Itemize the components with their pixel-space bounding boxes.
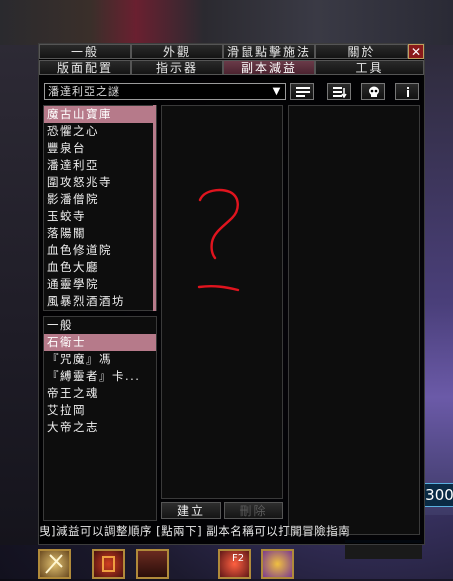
delete-button[interactable]: 刪除 (224, 502, 283, 519)
sort-icon (296, 87, 310, 97)
action-slot-2[interactable] (92, 549, 125, 579)
action-slot-4[interactable]: F2 (218, 549, 251, 579)
tab-layout[interactable]: 版面配置 (39, 60, 131, 75)
list-item[interactable]: 『咒魔』馮 (44, 351, 156, 368)
list-item[interactable]: 通靈學院 (44, 276, 156, 293)
tab-general[interactable]: 一般 (39, 44, 131, 59)
list-item[interactable]: 玉蛟寺 (44, 208, 156, 225)
list-item[interactable]: 帝王之魂 (44, 385, 156, 402)
expansion-dropdown-value: 潘達利亞之謎 (48, 85, 120, 98)
tab-bar: 一般 外觀 滑鼠點擊施法 關於 ✕ 版面配置 指示器 副本減益 工具 (39, 44, 424, 77)
spell-icon (102, 556, 115, 572)
list-item[interactable]: 艾拉岡 (44, 402, 156, 419)
tab-about[interactable]: 關於 (315, 44, 408, 59)
expansion-dropdown[interactable]: 潘達利亞之謎 ▼ (44, 83, 286, 100)
sort-down-button[interactable] (327, 83, 351, 100)
list-item[interactable]: 『縛靈者』卡... (44, 368, 156, 385)
list-item[interactable]: 風暴烈酒酒坊 (44, 293, 156, 310)
list-item[interactable]: 血色大廳 (44, 259, 156, 276)
tab-click-casting[interactable]: 滑鼠點擊施法 (223, 44, 315, 59)
action-slot-5[interactable] (261, 549, 294, 579)
create-button[interactable]: 建立 (161, 502, 221, 519)
list-item[interactable]: 豐泉台 (44, 140, 156, 157)
list-item[interactable]: 石衛士 (44, 334, 156, 351)
sort-button[interactable] (290, 83, 314, 100)
list-item[interactable]: 大帝之志 (44, 419, 156, 436)
boss-list: 一般 石衛士 『咒魔』馮 『縛靈者』卡... 帝王之魂 艾拉岡 大帝之志 (43, 316, 157, 521)
tab-indicators[interactable]: 指示器 (131, 60, 223, 75)
sort-down-icon (333, 87, 347, 98)
info-icon (407, 87, 409, 97)
debuff-list[interactable] (161, 105, 283, 499)
game-scene-right (422, 45, 453, 515)
action-slot-3[interactable] (136, 549, 169, 579)
list-item[interactable]: 影潘僧院 (44, 191, 156, 208)
chevron-down-icon: ▼ (272, 86, 282, 97)
list-item[interactable]: 恐懼之心 (44, 123, 156, 140)
game-scene-left (0, 45, 38, 545)
help-hint-text: 曳]減益可以調整順序 [點兩下] 副本名稱可以打開冒險指南 (39, 524, 351, 538)
question-mark-annotation (197, 188, 240, 292)
list-item[interactable]: 圍攻怒兆寺 (44, 174, 156, 191)
list-item[interactable]: 血色修道院 (44, 242, 156, 259)
debuff-details-panel (288, 105, 420, 535)
tab-appearance[interactable]: 外觀 (131, 44, 223, 59)
spell-icon (45, 554, 63, 574)
action-slot-1[interactable] (38, 549, 71, 579)
keybind-label: F2 (232, 553, 245, 564)
list-item[interactable]: 一般 (44, 317, 156, 334)
info-button[interactable] (395, 83, 419, 100)
skull-button[interactable] (361, 83, 385, 100)
game-scene-top (0, 0, 453, 45)
instance-list-scrollbar[interactable] (153, 105, 156, 311)
skull-icon (369, 86, 379, 97)
instance-list: 魔古山寶庫 恐懼之心 豐泉台 潘達利亞 圍攻怒兆寺 影潘僧院 玉蛟寺 落陽關 血… (43, 105, 157, 311)
addon-options-panel: 一般 外觀 滑鼠點擊施法 關於 ✕ 版面配置 指示器 副本減益 工具 潘達利亞之… (38, 43, 425, 545)
tab-raid-debuffs[interactable]: 副本減益 (223, 60, 315, 75)
game-resource-counter: 300 (424, 483, 453, 507)
tab-tools[interactable]: 工具 (315, 60, 424, 75)
list-item[interactable]: 落陽關 (44, 225, 156, 242)
action-bar: F2 (38, 549, 303, 579)
close-button[interactable]: ✕ (408, 44, 424, 59)
list-item[interactable]: 潘達利亞 (44, 157, 156, 174)
list-item[interactable]: 魔古山寶庫 (44, 106, 156, 123)
